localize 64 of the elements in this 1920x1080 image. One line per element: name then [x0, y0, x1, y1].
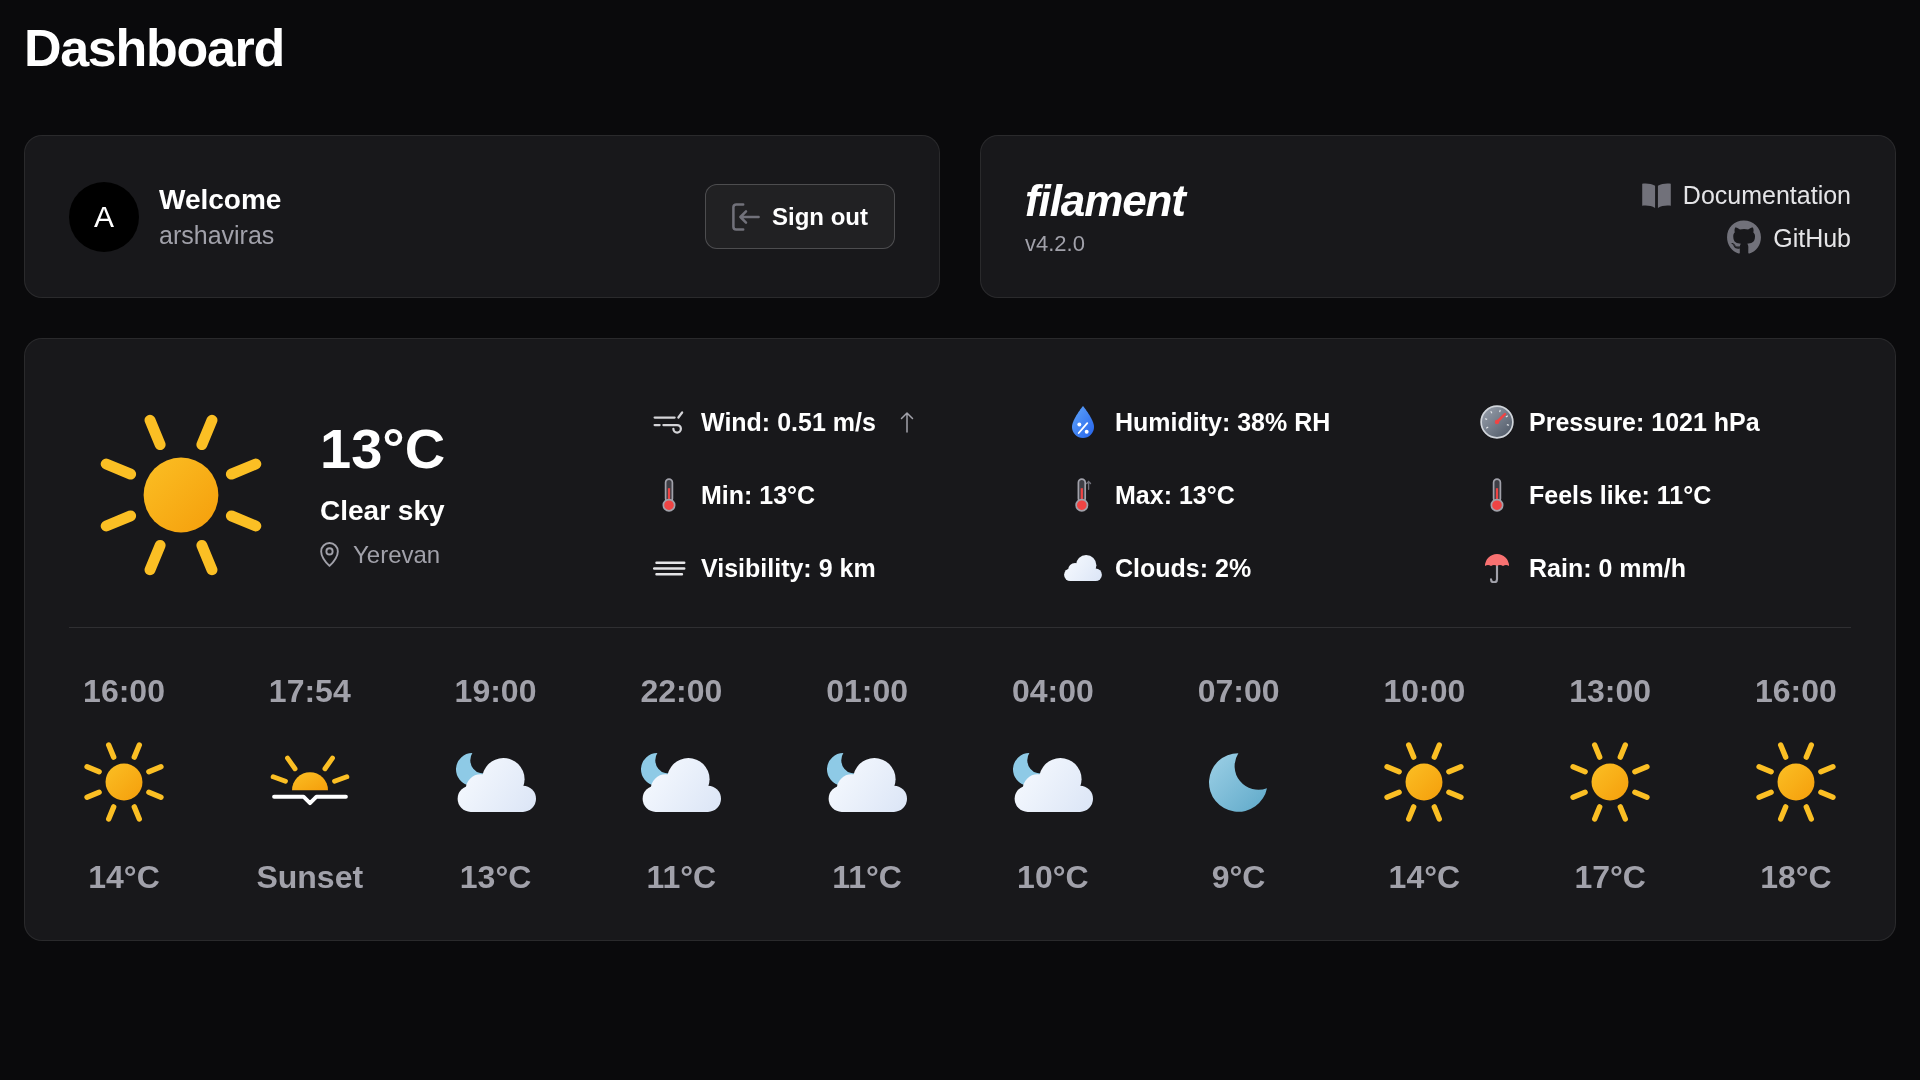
- moon-cloud-icon: [455, 752, 536, 812]
- forecast-time: 07:00: [1197, 672, 1280, 710]
- github-icon: [1727, 220, 1762, 255]
- weather-stat: Wind: 0.51 m/s: [701, 407, 876, 438]
- page-title: Dashboard: [24, 18, 284, 78]
- forecast-time: 13:00: [1569, 672, 1652, 710]
- forecast-value: Sunset: [256, 858, 364, 896]
- moon-cloud-icon: [641, 752, 722, 812]
- weather-stat: Humidity: 38% RH: [1115, 407, 1331, 438]
- sun-icon: [1570, 742, 1651, 822]
- thermometer-icon: [662, 478, 676, 512]
- weather-stat: Max: 13°C: [1115, 480, 1235, 511]
- arrow-up-icon: [899, 411, 914, 433]
- temperature-text: 13°C: [320, 420, 446, 477]
- location-text: Yerevan: [353, 539, 441, 570]
- forecast-time: 16:00: [83, 672, 165, 710]
- book-icon: [1641, 182, 1671, 208]
- weather-stat: Feels like: 11°C: [1529, 480, 1712, 511]
- weather-stat: Clouds: 2%: [1115, 553, 1252, 584]
- wind-icon: [652, 409, 686, 435]
- weather-stat: Visibility: 9 km: [701, 553, 876, 584]
- github-link[interactable]: GitHub: [1727, 220, 1851, 255]
- sun-icon: [100, 414, 262, 576]
- forecast-time: 16:00: [1754, 672, 1837, 710]
- forecast-value: 18°C: [1760, 858, 1832, 896]
- forecast-value: 13°C: [459, 858, 532, 896]
- gauge-icon: [1480, 405, 1514, 439]
- documentation-link[interactable]: Documentation: [1641, 178, 1851, 212]
- forecast-value: 11°C: [646, 858, 717, 896]
- sign-out-button[interactable]: Sign out: [705, 184, 895, 249]
- forecast-value: 14°C: [1388, 858, 1461, 896]
- version-text: v4.2.0: [1025, 229, 1085, 258]
- forecast-time: 01:00: [826, 672, 908, 710]
- forecast-value: 11°C: [832, 858, 902, 896]
- forecast-time: 19:00: [454, 672, 537, 710]
- umbrella-icon: [1485, 553, 1509, 583]
- forecast-time: 04:00: [1011, 672, 1094, 710]
- forecast-value: 9°C: [1211, 858, 1266, 896]
- forecast-value: 17°C: [1574, 858, 1646, 896]
- weather-stat: Min: 13°C: [701, 480, 816, 511]
- sun-icon: [1384, 742, 1465, 822]
- forecast-time: 17:54: [268, 672, 351, 710]
- forecast-time: 22:00: [640, 672, 723, 710]
- condition-text: Clear sky: [320, 493, 445, 528]
- water-drop-icon: [1072, 406, 1094, 438]
- moon-cloud-icon: [1012, 752, 1093, 812]
- sun-icon: [84, 742, 164, 822]
- crescent-moon-icon: [1208, 752, 1269, 812]
- haze-lines-icon: [652, 560, 686, 576]
- thermometer-icon: [1074, 478, 1092, 512]
- sun-icon: [1755, 742, 1836, 822]
- forecast-time: 10:00: [1383, 672, 1466, 710]
- username-text: arshaviras: [159, 219, 275, 251]
- weather-stat: Pressure: 1021 hPa: [1529, 407, 1760, 438]
- location-pin-icon: [320, 542, 339, 567]
- forecast-value: 10°C: [1017, 858, 1089, 896]
- cloud-icon: [1064, 555, 1102, 581]
- weather-stat: Rain: 0 mm/h: [1529, 553, 1686, 584]
- avatar: A: [69, 181, 139, 252]
- logout-icon: [732, 202, 760, 231]
- forecast-value: 14°C: [88, 858, 160, 896]
- thermometer-icon: [1490, 478, 1504, 512]
- greeting-text: Welcome: [159, 182, 282, 217]
- moon-cloud-icon: [827, 752, 908, 812]
